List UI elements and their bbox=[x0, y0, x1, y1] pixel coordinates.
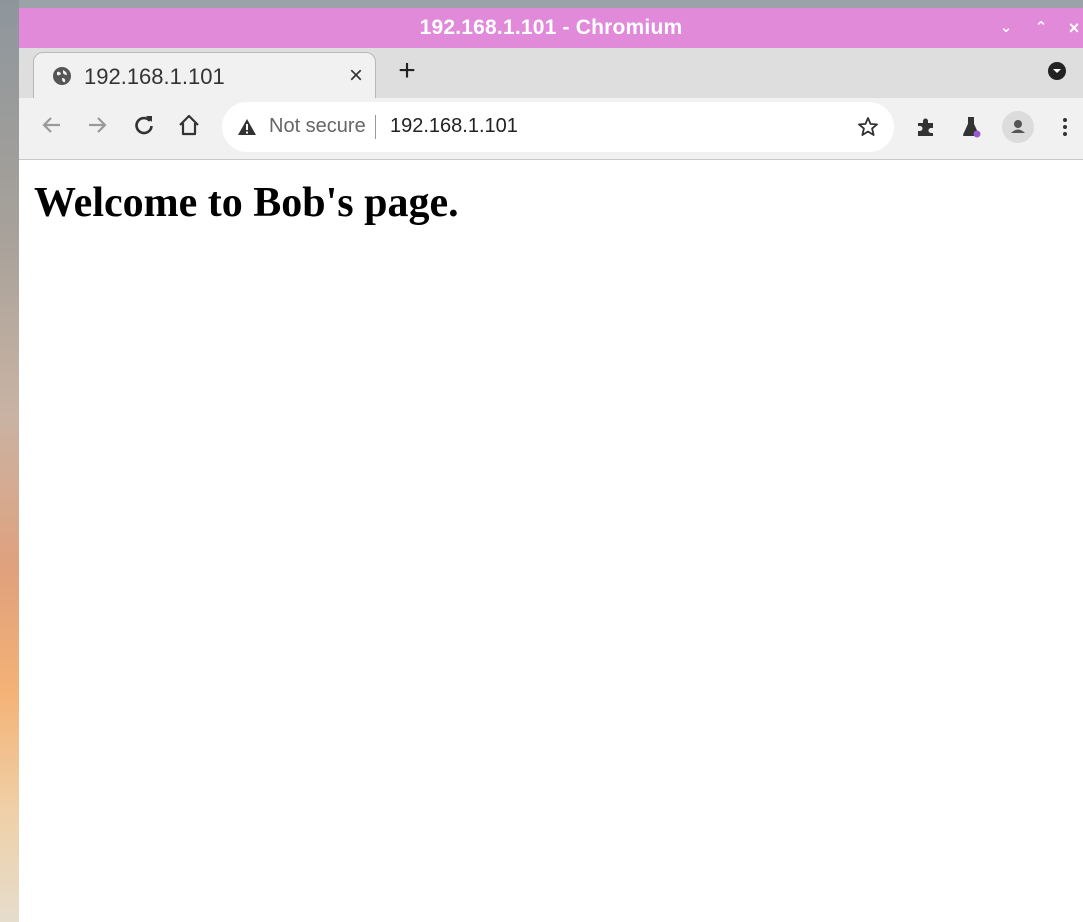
extensions-puzzle-icon[interactable] bbox=[914, 115, 938, 139]
desktop-background bbox=[0, 0, 19, 922]
page-content: Welcome to Bob's page. bbox=[19, 161, 1083, 922]
arrow-left-icon bbox=[42, 117, 60, 133]
window-title: 192.168.1.101 - Chromium bbox=[419, 16, 683, 39]
arrow-right-icon bbox=[89, 117, 107, 133]
warning-icon[interactable] bbox=[237, 118, 257, 136]
address-divider bbox=[375, 115, 376, 139]
tab-search-icon[interactable] bbox=[1048, 62, 1066, 80]
toolbar: Not secure 192.168.1.101 bbox=[19, 98, 1083, 160]
browser-window: 192.168.1.101 - Chromium ⌄ ⌃ × 192.168.1… bbox=[19, 8, 1083, 922]
tab-title: 192.168.1.101 bbox=[84, 64, 225, 89]
tab-close-button[interactable]: × bbox=[349, 62, 363, 90]
page-heading: Welcome to Bob's page. bbox=[34, 180, 459, 226]
profile-button[interactable] bbox=[1002, 111, 1034, 143]
home-button[interactable] bbox=[176, 113, 202, 141]
menu-dots-icon[interactable] bbox=[1053, 115, 1077, 139]
globe-icon bbox=[53, 67, 71, 85]
address-bar[interactable]: Not secure 192.168.1.101 bbox=[222, 102, 894, 152]
home-icon bbox=[179, 114, 199, 136]
labs-flask-icon[interactable] bbox=[959, 115, 983, 139]
avatar-icon bbox=[1011, 120, 1025, 133]
tab-strip: 192.168.1.101 × + bbox=[19, 48, 1083, 98]
star-icon[interactable] bbox=[856, 115, 880, 139]
tab-active[interactable]: 192.168.1.101 × bbox=[33, 52, 376, 98]
maximize-button[interactable]: ⌃ bbox=[1031, 18, 1051, 38]
new-tab-button[interactable]: + bbox=[394, 54, 420, 88]
reload-icon bbox=[135, 116, 153, 135]
security-status[interactable]: Not secure bbox=[269, 115, 366, 138]
close-window-button[interactable]: × bbox=[1064, 18, 1083, 38]
title-bar[interactable]: 192.168.1.101 - Chromium ⌄ ⌃ × bbox=[19, 8, 1083, 48]
url-text[interactable]: 192.168.1.101 bbox=[390, 115, 518, 138]
back-button[interactable] bbox=[39, 113, 65, 141]
minimize-button[interactable]: ⌄ bbox=[996, 18, 1016, 38]
forward-button[interactable] bbox=[84, 113, 110, 141]
reload-button[interactable] bbox=[131, 113, 157, 141]
